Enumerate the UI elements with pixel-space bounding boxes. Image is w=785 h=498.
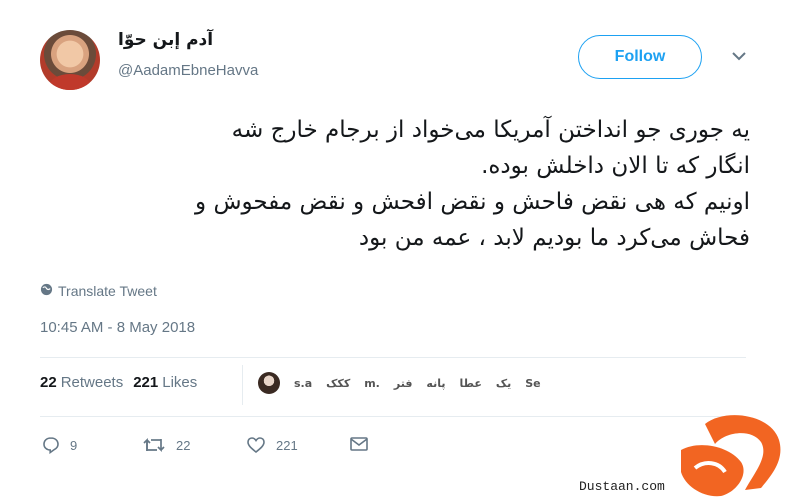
translate-label: Translate Tweet <box>58 283 157 299</box>
translate-tweet-link[interactable]: Translate Tweet <box>40 283 157 299</box>
globe-icon <box>40 283 53 299</box>
tweet-stats: 22 Retweets 221 Likes <box>40 374 197 391</box>
retweet-count: 22 <box>176 437 191 453</box>
retweet-icon <box>142 436 166 454</box>
liker-name[interactable]: پانه <box>426 377 445 390</box>
like-button[interactable]: 221 <box>246 436 298 454</box>
tweet-line: فحاش می‌کرد ما بودیم لابد ، عمه من بود <box>358 225 750 251</box>
tweet-line: انگار که تا الان داخلش بوده. <box>481 153 750 179</box>
reply-count: 9 <box>70 437 78 453</box>
liker-name[interactable]: m. <box>364 377 380 390</box>
author-handle[interactable]: @AadamEbneHavva <box>118 62 258 79</box>
divider <box>242 365 243 405</box>
tweet-text: یه جوری جو انداختن آمریکا می‌خواد از برج… <box>90 112 750 256</box>
tweet-line: یه جوری جو انداختن آمریکا می‌خواد از برج… <box>231 117 750 143</box>
liker-name[interactable]: s.a <box>294 377 312 390</box>
follow-button[interactable]: Follow <box>578 35 702 79</box>
likers-list[interactable]: s.a ککک m. فتر پانه عطا یک Se <box>258 372 541 394</box>
liker-name[interactable]: فتر <box>394 377 413 390</box>
author-display-name[interactable]: آدم إبن حوّا <box>118 30 213 50</box>
reply-button[interactable]: 9 <box>42 436 77 454</box>
tweet-timestamp[interactable]: 10:45 AM - 8 May 2018 <box>40 319 195 336</box>
liker-name[interactable]: Se <box>525 377 540 390</box>
tweet-line: اونیم که هی نقض فاحش و نقض افحش و نقض مف… <box>195 189 750 215</box>
liker-name[interactable]: یک <box>496 377 511 390</box>
watermark-url: Dustaan.com <box>576 479 668 494</box>
liker-name[interactable]: ککک <box>326 377 350 390</box>
author-avatar[interactable] <box>40 30 100 90</box>
chevron-down-icon[interactable] <box>731 48 747 64</box>
reply-icon <box>42 436 60 454</box>
envelope-icon <box>349 436 369 452</box>
liker-name[interactable]: عطا <box>459 377 481 390</box>
likes-stat[interactable]: 221 Likes <box>133 374 197 391</box>
watermark: Dustaan.com <box>572 410 785 498</box>
retweet-button[interactable]: 22 <box>142 436 190 454</box>
retweets-stat[interactable]: 22 Retweets <box>40 374 123 391</box>
divider <box>40 357 746 358</box>
liker-avatar[interactable] <box>258 372 280 394</box>
heart-icon <box>246 436 266 454</box>
direct-message-button[interactable] <box>349 436 369 452</box>
like-count: 221 <box>276 437 298 453</box>
site-logo-icon <box>681 415 781 497</box>
